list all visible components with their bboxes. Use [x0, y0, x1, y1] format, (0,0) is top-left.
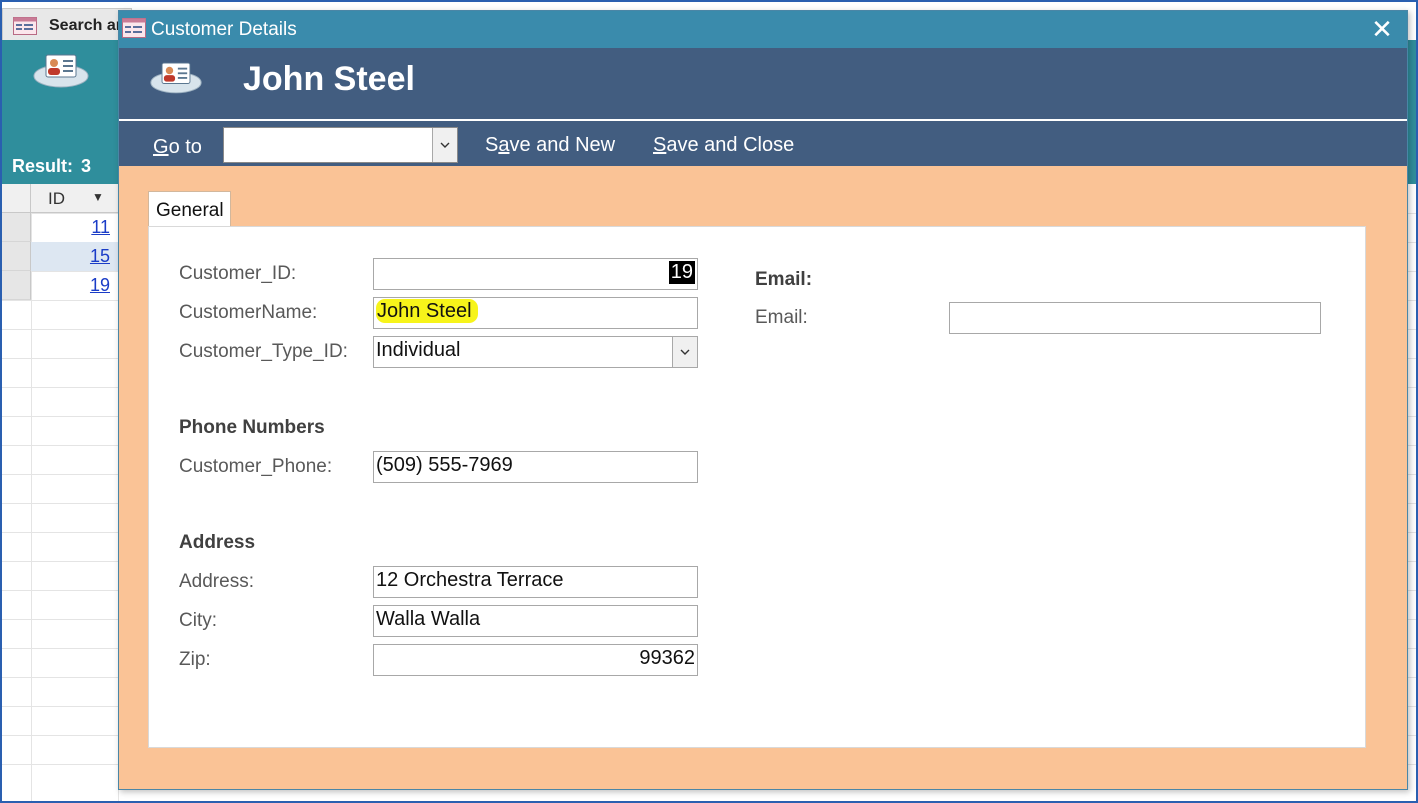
zip-label: Zip: — [179, 649, 211, 670]
customer-details-dialog: Customer Details ✕ John Steel Go to Save… — [118, 10, 1408, 790]
email-label: Email: — [755, 307, 808, 328]
chevron-down-icon — [440, 142, 450, 148]
customer-name-field[interactable]: John Steel — [373, 297, 698, 329]
zip-field[interactable]: 99362 — [373, 644, 698, 676]
customer-name-heading: John Steel — [243, 60, 415, 98]
tab-label: General — [156, 200, 224, 221]
select-all-corner[interactable] — [2, 184, 31, 213]
tab-page-general: Customer_ID: 19 CustomerName: John Steel… — [148, 226, 1366, 748]
form-icon — [13, 17, 37, 35]
customer-phone-label: Customer_Phone: — [179, 456, 333, 477]
address-label: Address: — [179, 571, 254, 592]
address-value: 12 Orchestra Terrace — [376, 569, 564, 591]
phone-section-heading: Phone Numbers — [179, 417, 325, 438]
row-id-link[interactable]: 15 — [90, 246, 110, 267]
goto-combo[interactable] — [223, 127, 458, 163]
customer-phone-field[interactable]: (509) 555-7969 — [373, 451, 698, 483]
table-row[interactable]: 19 — [2, 271, 118, 300]
email-section-heading: Email: — [755, 269, 813, 290]
customer-type-dropdown-button[interactable] — [672, 337, 697, 367]
contact-card-icon — [150, 62, 202, 94]
save-and-close-button[interactable]: Save and Close — [653, 134, 794, 157]
city-label: City: — [179, 610, 217, 631]
address-field[interactable]: 12 Orchestra Terrace — [373, 566, 698, 598]
row-id-link[interactable]: 19 — [90, 275, 110, 296]
table-row[interactable]: 15 — [2, 242, 118, 271]
result-label: Result: — [12, 156, 74, 176]
sort-dropdown-icon[interactable]: ▼ — [92, 190, 104, 204]
row-selector[interactable] — [2, 213, 31, 242]
goto-dropdown-button[interactable] — [432, 128, 457, 162]
background-window-tab[interactable]: Search ar — [2, 8, 132, 42]
customer-id-label: Customer_ID: — [179, 263, 297, 284]
dialog-toolbar: Go to Save and New Save and Close — [119, 121, 1407, 166]
save-and-new-button[interactable]: Save and New — [485, 134, 615, 157]
zip-value: 99362 — [639, 647, 695, 669]
background-window-title: Search ar — [49, 17, 122, 34]
table-row[interactable]: 11 — [2, 213, 118, 242]
customer-id-value: 19 — [668, 261, 695, 284]
customer-name-label: CustomerName: — [179, 302, 318, 323]
app-frame: Search ar Result: 3 ID ▼ 11 15 19 Custom… — [0, 0, 1418, 803]
address-section-heading: Address — [179, 532, 256, 553]
city-value: Walla Walla — [376, 608, 481, 630]
row-selector[interactable] — [2, 271, 31, 300]
dialog-title: Customer Details — [151, 19, 297, 40]
customer-type-value: Individual — [376, 339, 461, 361]
column-header-label: ID — [48, 189, 65, 208]
form-icon — [122, 18, 146, 38]
customer-name-value: John Steel — [376, 299, 478, 323]
dialog-titlebar[interactable]: Customer Details ✕ — [119, 11, 1407, 48]
city-field[interactable]: Walla Walla — [373, 605, 698, 637]
result-value: 3 — [81, 156, 92, 176]
customer-type-combo[interactable]: Individual — [373, 336, 698, 368]
result-count: Result: 3 — [12, 156, 91, 177]
chevron-down-icon — [680, 349, 690, 355]
email-field[interactable] — [949, 302, 1321, 334]
row-selector[interactable] — [2, 242, 31, 271]
dialog-header: John Steel — [119, 48, 1407, 119]
row-id-link[interactable]: 11 — [91, 217, 110, 238]
column-header-id[interactable]: ID ▼ — [2, 184, 122, 213]
customer-type-label: Customer_Type_ID: — [179, 341, 348, 362]
tab-general[interactable]: General — [148, 191, 231, 228]
customer-phone-value: (509) 555-7969 — [376, 454, 513, 476]
contact-card-icon — [33, 54, 89, 88]
customer-id-field[interactable]: 19 — [373, 258, 698, 290]
goto-label: Go to — [153, 136, 202, 158]
close-icon[interactable]: ✕ — [1367, 15, 1397, 45]
